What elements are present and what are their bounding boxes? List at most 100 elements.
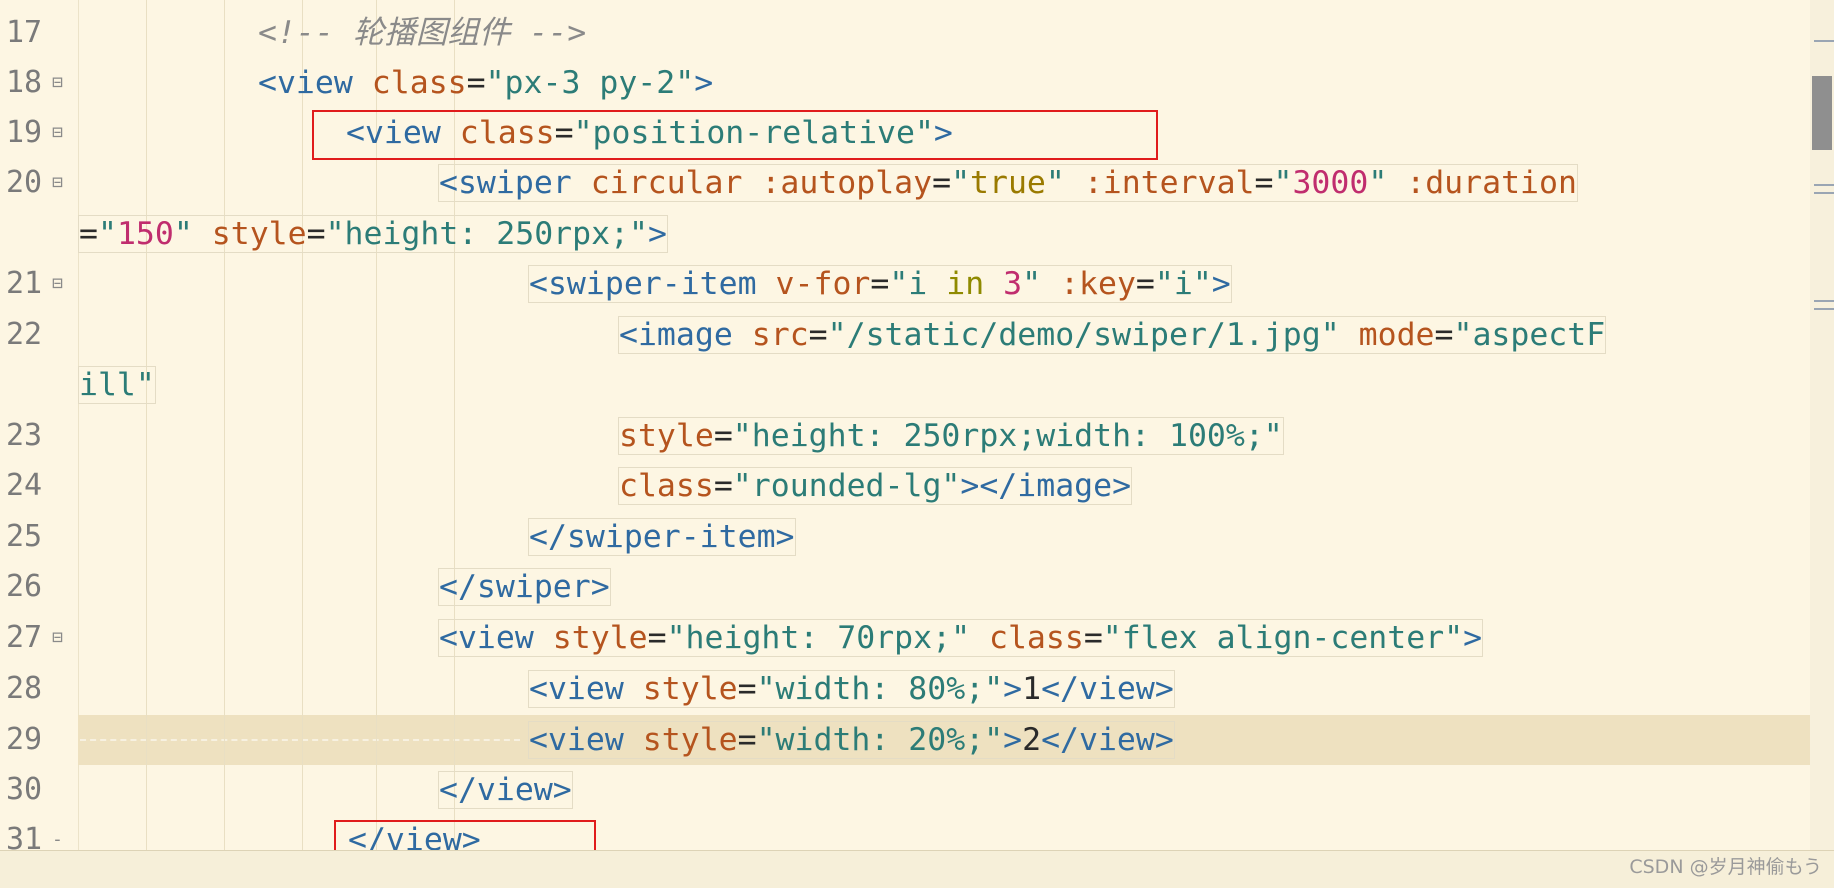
line-number: 28 [6,671,43,706]
code-token: > [1211,266,1231,302]
code-token: ill" [79,367,155,403]
fold-toggle-icon[interactable]: ⊟ [52,613,63,663]
code-token: 轮播图组件 [352,15,511,51]
line-number: 21 [6,266,43,301]
code-line[interactable]: <swiper circular :autoplay="true" :inter… [438,158,1578,208]
code-line-content: ill" [78,366,156,404]
code-token: class [989,620,1084,656]
code-line[interactable]: <swiper-item v-for="i in 3" :key="i"> [528,259,1232,309]
code-line[interactable]: style="height: 250rpx;width: 100%;" [618,411,1284,461]
code-token: style [619,418,714,454]
code-editor[interactable]: 17 18 ⊟ 19 ⊟ 20 ⊟ 21 ⊟ 22 23 24 25 26 27 ⊟ 28 29 30 31- <!-… [0,0,1834,888]
code-token: "/static/demo/swiper/1.jpg" [827,317,1359,353]
line-number: 19 [6,115,43,150]
code-token: = [870,266,890,302]
code-token: = [647,620,667,656]
code-token: <view [529,671,643,707]
code-token: = [79,216,98,252]
code-token: = [1083,620,1103,656]
code-token: " [173,216,212,252]
code-line-content: <!-- 轮播图组件 --> [258,15,586,51]
code-token: = [1135,266,1155,302]
code-token: " [1022,266,1061,302]
line-number-gutter: 17 18 ⊟ 19 ⊟ 20 ⊟ 21 ⊟ 22 23 24 25 26 27 ⊟ 28 29 30 31- [0,0,79,857]
code-token: > [1003,722,1023,758]
code-token: "height: 70rpx;" [666,620,989,656]
code-token: :interval [1083,165,1255,201]
code-line[interactable]: class="rounded-lg"></image> [618,461,1133,511]
code-line[interactable]: </view> [438,765,573,815]
code-line[interactable]: </swiper> [438,562,611,612]
code-token: " [951,165,971,201]
code-token: = [737,722,757,758]
code-line-content: <image src="/static/demo/swiper/1.jpg" m… [618,316,1607,354]
code-line-content: <view style="height: 70rpx;" class="flex… [438,619,1484,657]
code-line[interactable]: <view style="width: 80%;">1</view> [528,664,1175,714]
code-token: </view> [1041,671,1174,707]
line-number: 20 [6,165,43,200]
code-token: style [642,671,738,707]
code-token: <view [258,65,372,101]
scroll-marker [1814,300,1834,302]
code-line[interactable]: ill" [78,360,156,410]
code-token: " [97,216,117,252]
code-line-content: <view style="width: 80%;">1</view> [528,670,1175,708]
scroll-marker [1814,40,1834,42]
code-token: = [713,468,733,504]
code-token: 3 [1003,266,1023,302]
code-token: :key [1060,266,1136,302]
code-line[interactable]: ="150" style="height: 250rpx;"> [78,209,668,259]
code-token: <image [619,317,752,353]
code-line[interactable]: <view class="px-3 py-2"> [258,58,713,108]
line-number: 27 [6,620,43,655]
code-token: "flex align-center" [1102,620,1464,656]
code-token: :duration [1406,165,1577,201]
fold-toggle-icon[interactable]: ⊟ [52,58,63,108]
code-token: = [737,671,757,707]
line-number: 24 [6,468,43,503]
code-token: > [647,216,667,252]
line-number: 18 [6,65,43,100]
indent-guide [146,0,147,850]
code-token: "height: 250rpx;width: 100%;" [732,418,1283,454]
watermark: CSDN @岁月神偷もう [1629,856,1822,878]
code-token: class [619,468,714,504]
code-line-content: </swiper> [438,568,611,606]
code-token: <swiper-item [529,266,776,302]
highlight-box-open-tag [312,110,1158,160]
scrollbar-thumb[interactable] [1812,76,1832,150]
code-line-content: <view style="width: 20%;">2</view> [528,721,1175,759]
code-token: src [751,317,809,353]
line-number: 29 [6,722,43,757]
code-token: class [371,65,467,101]
code-token: style [642,722,738,758]
code-token: style [211,216,307,252]
line-number: 23 [6,418,43,453]
code-line-content: ="150" style="height: 250rpx;"> [78,215,668,253]
code-token: ></image> [960,468,1132,504]
code-token: "rounded-lg" [732,468,961,504]
line-number: 17 [6,15,43,50]
line-number: 25 [6,519,43,554]
indent-guide [224,0,225,850]
code-token: v-for [775,266,871,302]
code-line[interactable]: <image src="/static/demo/swiper/1.jpg" m… [618,310,1607,360]
fold-toggle-icon[interactable]: ⊟ [52,259,63,309]
vertical-scrollbar[interactable] [1810,0,1834,850]
fold-toggle-icon[interactable]: ⊟ [52,158,63,208]
code-token: circular [590,165,762,201]
code-line[interactable]: </swiper-item> [528,512,796,562]
line-number: 26 [6,569,43,604]
code-token: <view [529,722,643,758]
code-token: = [932,165,952,201]
code-line[interactable]: <view style="width: 20%;">2</view> [528,715,1175,765]
line-number: 30 [6,772,43,807]
code-line-content: style="height: 250rpx;width: 100%;" [618,417,1284,455]
code-token: " [1273,165,1293,201]
scroll-marker [1814,184,1834,186]
fold-toggle-icon[interactable]: ⊟ [52,108,63,158]
code-line[interactable]: <view style="height: 70rpx;" class="flex… [438,613,1484,663]
code-token: <view [439,620,553,656]
code-line[interactable]: <!-- 轮播图组件 --> [258,8,586,58]
code-line-content: <swiper circular :autoplay="true" :inter… [438,164,1578,202]
